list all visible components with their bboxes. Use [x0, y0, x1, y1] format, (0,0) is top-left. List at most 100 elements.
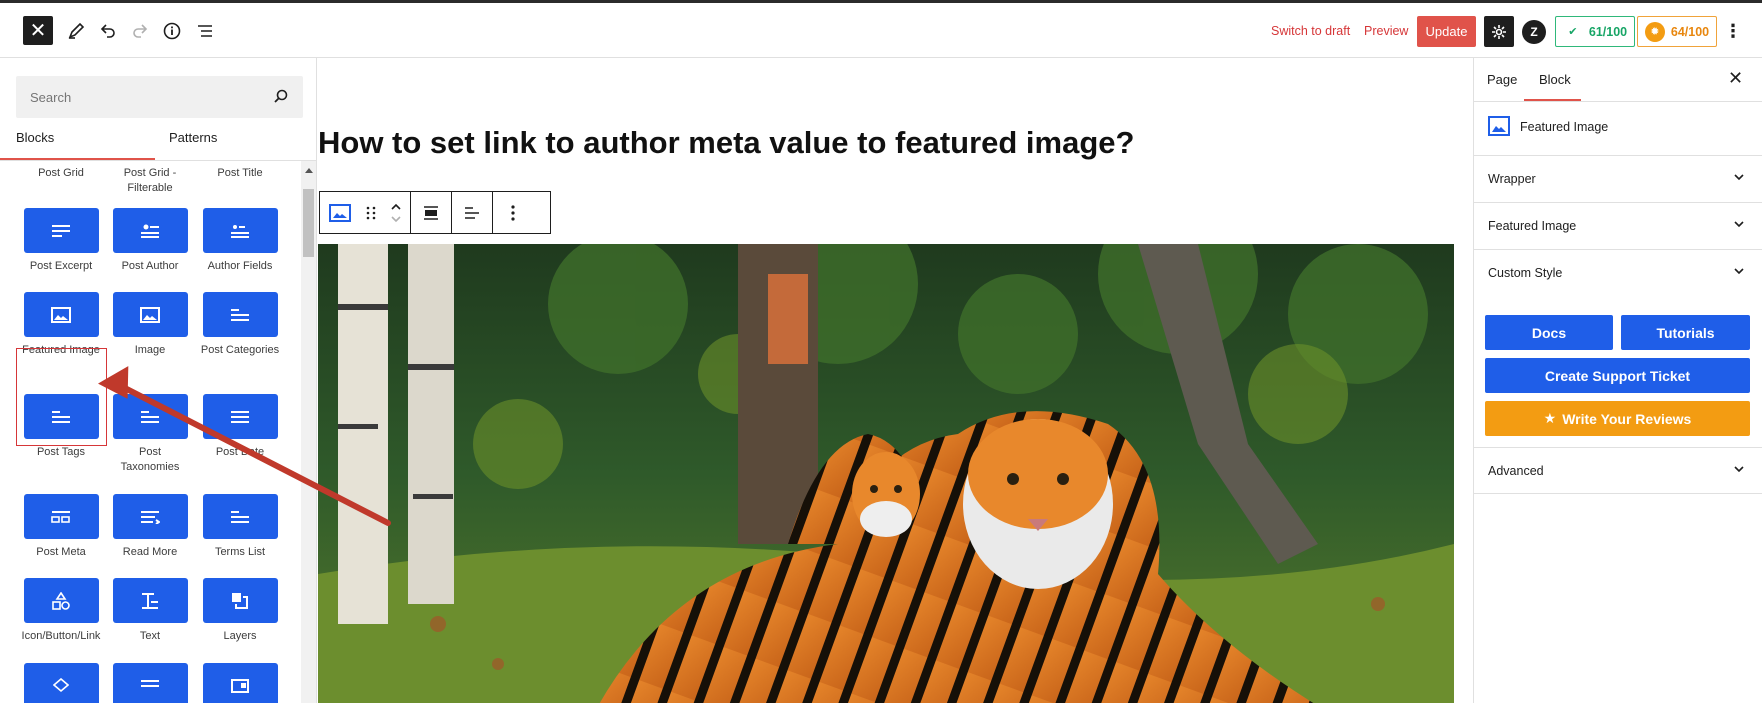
panel-wrapper[interactable]: Wrapper	[1474, 156, 1762, 203]
undo-icon[interactable]	[94, 17, 122, 45]
block-label: Post Grid - Filterable	[123, 167, 177, 194]
text-align-left-icon[interactable]	[452, 192, 492, 233]
block-label: Post Author	[121, 260, 179, 272]
block-label: Terms List	[214, 546, 266, 558]
text-icon	[112, 578, 188, 623]
readability-gear-icon: ✹	[1644, 21, 1665, 42]
toolbar-group-more	[493, 192, 533, 233]
block-post-meta[interactable]: Post Meta	[21, 494, 101, 560]
block-post-taxonomies[interactable]: Post Taxonomies	[110, 394, 190, 475]
block-layers[interactable]: Layers	[200, 578, 280, 644]
z-plugin-icon[interactable]: Z	[1522, 20, 1546, 44]
tab-block[interactable]: Block	[1539, 72, 1571, 87]
featured-image-icon	[1488, 116, 1510, 141]
block-text[interactable]: Text	[110, 578, 190, 644]
drag-handle-icon[interactable]	[360, 192, 382, 233]
block-partial-3[interactable]	[200, 663, 280, 703]
readability-score-button[interactable]: ✹ 64/100	[1637, 16, 1717, 47]
block-label: Text	[139, 630, 161, 642]
block-label: Post Tags	[36, 446, 86, 458]
post-title[interactable]: How to set link to author meta value to …	[318, 125, 1134, 161]
block-icon-button-link[interactable]: Icon/Button/Link	[21, 578, 101, 644]
chevron-down-icon	[1732, 264, 1746, 283]
panel-featured-image[interactable]: Featured Image	[1474, 203, 1762, 250]
block-label: Image	[134, 344, 166, 356]
featured-image-preview[interactable]	[318, 244, 1454, 703]
panel-advanced[interactable]: Advanced	[1474, 447, 1762, 494]
block-label: Read More	[122, 546, 178, 558]
block-label: Author Fields	[207, 260, 273, 272]
chevron-down-icon	[1732, 170, 1746, 189]
chevron-down-icon	[1732, 462, 1746, 481]
block-image[interactable]: Image	[110, 292, 190, 358]
block-terms-list[interactable]: Terms List	[200, 494, 280, 560]
close-icon[interactable]: ✕	[23, 16, 53, 45]
star-icon: ★	[1543, 410, 1557, 426]
tab-patterns[interactable]: Patterns	[169, 130, 217, 145]
featured-image-highlight	[16, 348, 107, 446]
write-reviews-button[interactable]: ★ Write Your Reviews	[1485, 401, 1750, 436]
tab-page[interactable]: Page	[1487, 72, 1517, 87]
block-label: Post Grid	[38, 167, 84, 179]
block-align-icon[interactable]	[411, 192, 451, 233]
taxonomies-icon	[112, 394, 188, 439]
block-post-date[interactable]: Post Date	[200, 394, 280, 460]
featured-image-block-icon[interactable]	[320, 192, 360, 233]
icon-button-link-icon	[23, 578, 99, 623]
active-tab-indicator	[1524, 99, 1581, 101]
editor-canvas: How to set link to author meta value to …	[318, 58, 1456, 703]
block-options-icon[interactable]	[493, 192, 533, 233]
settings-tabs: Page Block ✕	[1474, 58, 1762, 102]
move-up-down-icon[interactable]	[382, 192, 410, 233]
block-editor: ✕ Switch to draft Preview Update Z ✔ 61/…	[0, 0, 1762, 703]
toolbar-group-align	[411, 192, 452, 233]
panel-title: Advanced	[1488, 464, 1544, 478]
block-partial-2[interactable]	[110, 663, 190, 703]
featured-image-icon	[23, 292, 99, 337]
block-label: Layers	[223, 630, 257, 642]
redo-icon[interactable]	[126, 17, 154, 45]
close-icon[interactable]: ✕	[1728, 68, 1743, 89]
editor-topbar: ✕ Switch to draft Preview Update Z ✔ 61/…	[0, 3, 1762, 58]
inserter-scrollbar-thumb[interactable]	[303, 189, 314, 257]
search-input[interactable]	[16, 76, 266, 118]
update-button[interactable]: Update	[1417, 16, 1476, 47]
list-view-icon[interactable]	[191, 17, 219, 45]
tutorials-button[interactable]: Tutorials	[1621, 315, 1750, 350]
block-partial-1[interactable]	[21, 663, 101, 703]
seo-score-button[interactable]: ✔ 61/100	[1555, 16, 1635, 47]
categories-icon	[202, 292, 278, 337]
block-label: Post Categories	[200, 344, 280, 356]
block-read-more[interactable]: Read More	[110, 494, 190, 560]
panel-title: Featured Image	[1488, 219, 1577, 233]
create-support-ticket-button[interactable]: Create Support Ticket	[1485, 358, 1750, 393]
search-icon[interactable]	[273, 88, 289, 109]
more-options-icon[interactable]: ⋮	[1724, 21, 1742, 42]
block-post-excerpt[interactable]: Post Excerpt	[21, 208, 101, 274]
layers-icon	[202, 578, 278, 623]
layer-stack-icon	[23, 663, 99, 703]
scroll-up-arrow-icon[interactable]	[305, 168, 313, 173]
docs-button[interactable]: Docs	[1485, 315, 1613, 350]
block-post-categories[interactable]: Post Categories	[200, 292, 280, 358]
switch-to-draft-link[interactable]: Switch to draft	[1271, 24, 1350, 38]
pencil-icon[interactable]	[62, 17, 90, 45]
settings-gear-icon[interactable]	[1484, 16, 1514, 47]
block-post-grid[interactable]: Post Grid	[21, 166, 101, 181]
terms-list-icon	[202, 494, 278, 539]
block-toolbar	[319, 191, 551, 234]
block-post-grid-filterable[interactable]: Post Grid - Filterable	[110, 166, 190, 196]
tab-blocks[interactable]: Blocks	[16, 130, 54, 145]
inserter-search	[16, 76, 303, 118]
block-author-fields[interactable]: Author Fields	[200, 208, 280, 274]
block-label: Post Date	[215, 446, 265, 458]
meta-icon	[23, 494, 99, 539]
block-card-title: Featured Image	[1520, 120, 1609, 134]
preview-link[interactable]: Preview	[1364, 24, 1408, 38]
date-icon	[202, 394, 278, 439]
panel-custom-style[interactable]: Custom Style	[1474, 250, 1762, 297]
block-post-author[interactable]: Post Author	[110, 208, 190, 274]
block-label: Post Meta	[36, 546, 86, 558]
block-post-title[interactable]: Post Title	[200, 166, 280, 181]
info-icon[interactable]	[158, 17, 186, 45]
